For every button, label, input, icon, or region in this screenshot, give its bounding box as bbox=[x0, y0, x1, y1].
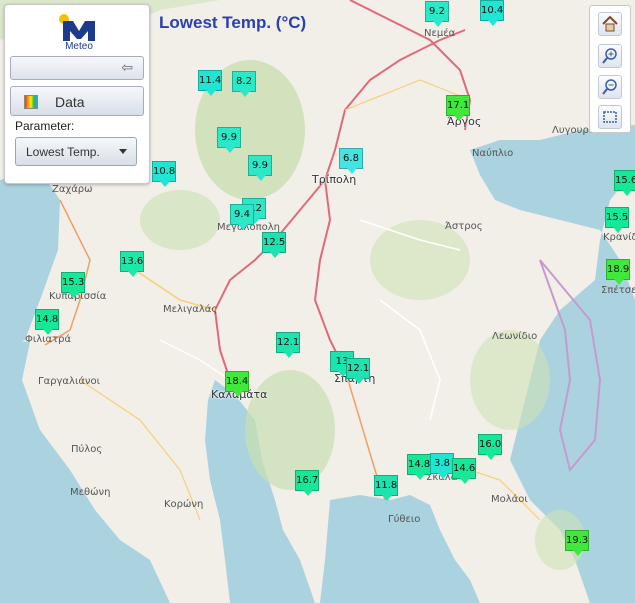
place-label-zacharo: Ζαχάρω bbox=[52, 184, 93, 195]
station-marker[interactable]: 12.1 bbox=[276, 332, 300, 358]
zoom-out-icon bbox=[602, 79, 617, 95]
control-panel: Meteo ⇦ Data Parameter: Lowest Temp. bbox=[4, 4, 150, 184]
station-marker[interactable]: 18.9 bbox=[606, 259, 630, 285]
zoom-box-icon bbox=[603, 111, 617, 123]
parameter-select-value: Lowest Temp. bbox=[26, 145, 100, 159]
station-marker[interactable]: 15.5 bbox=[605, 207, 629, 233]
station-marker[interactable]: 14.8 bbox=[407, 454, 431, 480]
place-label-pylos: Πύλος bbox=[71, 444, 103, 455]
place-label-argos: Άργος bbox=[447, 115, 482, 128]
station-marker[interactable]: 15.3 bbox=[61, 272, 85, 298]
station-marker[interactable]: 12.1 bbox=[346, 358, 370, 384]
meteo-logo: Meteo bbox=[57, 11, 101, 52]
logo-mark-icon bbox=[59, 14, 95, 41]
zoom-in-icon bbox=[602, 48, 617, 64]
parameter-select[interactable]: Lowest Temp. bbox=[15, 137, 137, 166]
parameter-label: Parameter: bbox=[15, 119, 75, 133]
zoom-out-button[interactable] bbox=[598, 75, 622, 99]
station-marker[interactable]: 19.3 bbox=[565, 530, 589, 556]
station-marker[interactable]: 13.6 bbox=[120, 251, 144, 277]
station-marker[interactable]: 11.4 bbox=[198, 70, 222, 96]
station-marker[interactable]: 16.0 bbox=[478, 434, 502, 460]
zoom-box-button[interactable] bbox=[598, 105, 622, 129]
opacity-slider[interactable]: ⇦ bbox=[10, 56, 144, 80]
station-marker[interactable]: 14.8 bbox=[35, 309, 59, 335]
station-marker[interactable]: 9.2 bbox=[425, 1, 449, 27]
place-label-nemea: Νεμέα bbox=[424, 28, 456, 39]
home-icon bbox=[602, 15, 618, 32]
station-marker[interactable]: 10.8 bbox=[152, 161, 176, 187]
station-marker[interactable]: 3.8 bbox=[430, 453, 454, 479]
place-label-gytheio: Γύθειο bbox=[388, 514, 421, 525]
station-marker[interactable]: 10.4 bbox=[480, 0, 504, 26]
place-label-filiatra: Φιλιατρά bbox=[25, 334, 72, 345]
station-marker[interactable]: 15.6 bbox=[614, 170, 635, 196]
station-marker[interactable]: 17.1 bbox=[446, 95, 470, 121]
slider-handle-icon[interactable]: ⇦ bbox=[121, 60, 133, 76]
place-label-astros: Άστρος bbox=[445, 221, 483, 232]
home-button[interactable] bbox=[598, 12, 622, 36]
logo-text: Meteo bbox=[65, 41, 93, 52]
chevron-down-icon bbox=[119, 149, 127, 154]
place-label-gargalianoi: Γαργαλιάνοι bbox=[38, 376, 101, 387]
station-marker[interactable]: 12.5 bbox=[262, 232, 286, 258]
station-marker[interactable]: 9.9 bbox=[217, 127, 241, 153]
zoom-in-button[interactable] bbox=[598, 44, 622, 68]
place-label-methoni: Μεθώνη bbox=[70, 487, 111, 498]
place-label-nafplio: Ναύπλιο bbox=[472, 148, 514, 159]
place-label-molaoi: Μολάοι bbox=[491, 494, 528, 505]
data-button-label: Data bbox=[55, 94, 85, 110]
place-label-spetses: Σπέτσες bbox=[601, 285, 635, 296]
station-marker[interactable]: 14.6 bbox=[452, 458, 476, 484]
station-marker[interactable]: 8.2 bbox=[232, 71, 256, 97]
place-label-tripoli: Τρίπολη bbox=[312, 173, 357, 186]
station-marker[interactable]: 9.9 bbox=[248, 155, 272, 181]
station-marker[interactable]: 16.7 bbox=[295, 470, 319, 496]
palette-icon bbox=[24, 95, 38, 109]
data-button[interactable]: Data bbox=[10, 86, 144, 116]
map-toolbar bbox=[589, 5, 631, 133]
place-label-meligalas: Μελιγαλάς bbox=[163, 304, 218, 315]
station-marker[interactable]: 9.4 bbox=[230, 204, 254, 230]
place-label-koroni: Κορώνη bbox=[164, 499, 204, 510]
station-marker[interactable]: 6.8 bbox=[339, 148, 363, 174]
place-label-kranidi: Κρανίδι bbox=[603, 232, 635, 243]
place-label-leonidio: Λεωνίδιο bbox=[492, 331, 538, 342]
station-marker[interactable]: 11.8 bbox=[374, 475, 398, 501]
map-title: Lowest Temp. (°C) bbox=[159, 13, 307, 32]
station-marker[interactable]: 18.4 bbox=[225, 371, 249, 397]
